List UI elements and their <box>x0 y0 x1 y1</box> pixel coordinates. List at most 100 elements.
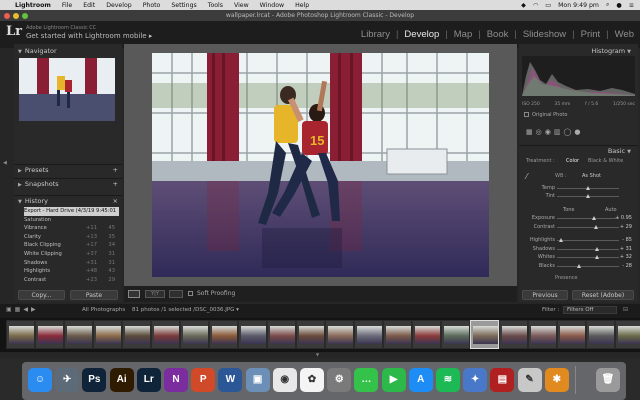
wifi-icon[interactable]: ◠ <box>533 2 538 9</box>
clear-history-icon[interactable]: × <box>113 196 118 206</box>
reset-button[interactable]: Reset (Adobe) <box>572 290 634 300</box>
slider-highlights[interactable]: Highlights - 85 <box>523 237 635 244</box>
filmstrip-thumbnail[interactable] <box>35 320 64 349</box>
module-book[interactable]: Book <box>487 29 509 40</box>
bottom-panel-collapse-icon[interactable]: ▼ <box>316 352 319 357</box>
slider-knob[interactable] <box>591 216 596 220</box>
slider-knob[interactable] <box>559 238 564 242</box>
filmstrip-thumbnail[interactable] <box>412 320 441 349</box>
copy-settings-button[interactable]: Copy... <box>18 290 65 300</box>
slider-track[interactable] <box>557 218 619 219</box>
filmstrip-thumbnail[interactable] <box>122 320 151 349</box>
filmstrip-thumbnail[interactable] <box>470 320 499 349</box>
menu-tools[interactable]: Tools <box>208 2 223 9</box>
slider-track[interactable] <box>557 265 619 267</box>
filmstrip-thumbnail[interactable] <box>325 320 354 349</box>
slider-track[interactable] <box>557 248 619 250</box>
slider-value[interactable]: + 0.95 <box>615 215 632 222</box>
slider-value[interactable]: - 85 <box>622 237 632 244</box>
slider-track[interactable] <box>557 226 619 228</box>
chrome-icon[interactable]: ◉ <box>272 368 297 392</box>
slider-knob[interactable] <box>594 224 599 229</box>
app-store-icon[interactable]: A <box>408 368 433 392</box>
red-eye-tool-icon[interactable]: ◉ <box>545 128 554 136</box>
system-preferences-icon[interactable]: ⚙ <box>327 368 352 392</box>
menu-edit[interactable]: Edit <box>83 2 95 9</box>
filmstrip-thumbnail[interactable] <box>209 320 238 349</box>
wb-eyedropper-icon[interactable]: ⁄ <box>526 172 527 181</box>
filmstrip-thumbnail[interactable] <box>354 320 383 349</box>
filmstrip-thumbnail[interactable] <box>528 320 557 349</box>
finder-icon[interactable]: ☺ <box>28 368 52 392</box>
menu-view[interactable]: View <box>234 2 249 9</box>
filmstrip-thumbnail[interactable] <box>64 320 93 349</box>
slider-track[interactable] <box>557 257 619 258</box>
paste-settings-button[interactable]: Paste <box>70 290 118 300</box>
filmstrip-thumbnail[interactable] <box>499 320 528 349</box>
menu-help[interactable]: Help <box>295 2 309 9</box>
notification-center-icon[interactable]: ≡ <box>629 2 634 9</box>
minimize-window-button[interactable] <box>13 12 19 19</box>
filmstrip-thumbnail[interactable] <box>383 320 412 349</box>
siri-icon[interactable]: ● <box>616 2 621 9</box>
photoshop-icon[interactable]: Ps <box>82 368 107 392</box>
preview-icon[interactable]: ▣ <box>245 368 270 392</box>
slider-value[interactable]: - 28 <box>622 263 632 270</box>
slider-tint[interactable]: Tint <box>523 193 635 200</box>
history-item[interactable]: Shadows +31 31 <box>24 259 119 268</box>
menu-file[interactable]: File <box>62 2 72 9</box>
add-snapshot-icon[interactable]: + <box>113 179 118 189</box>
facetime-icon[interactable]: ▶ <box>381 368 406 392</box>
module-develop[interactable]: Develop <box>404 29 439 40</box>
filmstrip-thumbnail[interactable] <box>615 320 640 349</box>
secondary-window-icon[interactable]: ▣ <box>6 306 15 313</box>
onenote-icon[interactable]: N <box>164 368 188 392</box>
menu-photo[interactable]: Photo <box>143 2 161 9</box>
slider-value[interactable]: + 31 <box>620 246 632 253</box>
filmstrip-thumbnail[interactable] <box>151 320 180 349</box>
adjustment-brush-icon[interactable]: ● <box>574 128 583 136</box>
word-icon[interactable]: W <box>218 368 243 392</box>
trash-icon[interactable]: 🗑 <box>596 368 620 392</box>
original-photo-checkbox[interactable] <box>524 112 529 117</box>
notes-icon[interactable]: ✱ <box>544 368 569 392</box>
slider-shadows[interactable]: Shadows + 31 <box>523 246 635 253</box>
filmstrip-thumbnail[interactable] <box>180 320 209 349</box>
spotify-icon[interactable]: ≋ <box>436 368 460 392</box>
previous-button[interactable]: Previous <box>522 290 568 300</box>
auto-tone-button[interactable]: Auto <box>605 207 617 213</box>
filmstrip-thumbnail[interactable] <box>586 320 615 349</box>
wb-select[interactable]: As Shot <box>582 173 601 179</box>
module-library[interactable]: Library <box>361 29 390 40</box>
history-item[interactable]: Highlights +48 43 <box>24 267 119 276</box>
photo-booth-icon[interactable]: ▤ <box>490 368 515 392</box>
history-item[interactable]: Clarity +13 35 <box>24 233 119 242</box>
history-item[interactable]: Export - Hard Drive (4/3/19 9:45:01 pm) <box>24 207 119 223</box>
treatment-color-option[interactable]: Color <box>566 158 579 164</box>
loupe-view-icon[interactable] <box>128 290 140 298</box>
module-slideshow[interactable]: Slideshow <box>523 29 566 40</box>
module-web[interactable]: Web <box>615 29 634 40</box>
filmstrip-source[interactable]: All Photographs <box>82 307 125 313</box>
filter-select[interactable]: Filters Off <box>563 306 617 314</box>
forward-arrow-icon[interactable]: ▶ <box>31 306 39 313</box>
module-print[interactable]: Print <box>581 29 601 40</box>
history-item[interactable]: White Clipping +37 31 <box>24 250 119 259</box>
dropbox-icon[interactable]: ◆ <box>521 2 526 9</box>
filmstrip-thumbnail[interactable] <box>557 320 586 349</box>
spot-removal-tool-icon[interactable]: ◎ <box>536 128 545 136</box>
slider-contrast[interactable]: Contrast + 29 <box>523 224 635 231</box>
slider-temp[interactable]: Temp <box>523 185 635 192</box>
clock[interactable]: Mon 9:49 pm <box>558 2 599 9</box>
slider-knob[interactable] <box>576 263 581 268</box>
slider-knob[interactable] <box>585 194 590 198</box>
slider-whites[interactable]: Whites + 32 <box>523 254 635 261</box>
treatment-bw-option[interactable]: Black & White <box>588 158 623 164</box>
history-item[interactable]: Contrast +23 29 <box>24 276 119 285</box>
filmstrip-count[interactable]: 81 photos /1 selected /DSC_0036.JPG ▾ <box>132 307 239 313</box>
filmstrip-thumbnail[interactable] <box>441 320 470 349</box>
histogram[interactable] <box>522 56 635 96</box>
slider-knob[interactable] <box>595 255 600 259</box>
histogram-header[interactable]: Histogram ▼ <box>519 46 638 56</box>
crop-tool-icon[interactable]: ▦ <box>526 128 536 136</box>
